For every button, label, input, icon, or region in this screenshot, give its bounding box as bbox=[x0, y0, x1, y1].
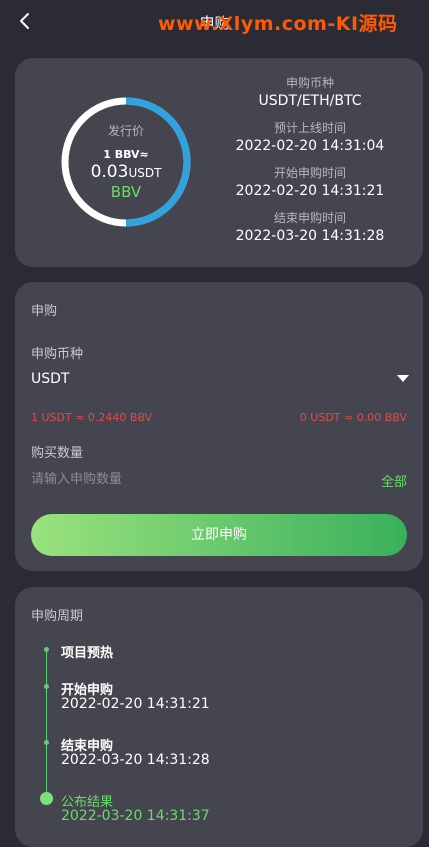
issue-rate-text: 1 BBV≈ bbox=[103, 148, 149, 161]
issue-coin: BBV bbox=[110, 183, 142, 201]
info-value: USDT/ETH/BTC bbox=[258, 93, 362, 109]
all-button[interactable]: 全部 bbox=[381, 471, 407, 490]
info-value: 2022-03-20 14:31:28 bbox=[235, 228, 385, 244]
step-date: 2022-03-20 14:31:37 bbox=[61, 808, 210, 824]
timeline-dot bbox=[44, 647, 49, 652]
info-start-time: 开始申购时间 2022-02-20 14:31:21 bbox=[205, 164, 415, 199]
info-currency: 申购币种 USDT/ETH/BTC bbox=[205, 74, 415, 109]
info-end-time: 结束申购时间 2022-03-20 14:31:28 bbox=[205, 209, 415, 244]
currency-label: 申购币种 bbox=[31, 347, 84, 362]
cycle-card: 申购周期 项目预热 开始申购 2022-02-20 14:31:21 结束申购 … bbox=[15, 587, 423, 847]
timeline-dot bbox=[44, 740, 49, 745]
info-listing-time: 预计上线时间 2022-02-20 14:31:04 bbox=[205, 119, 415, 154]
issue-price-value: 0.03 bbox=[90, 162, 129, 182]
timeline-line bbox=[46, 647, 47, 800]
issue-price-unit: USDT bbox=[128, 166, 162, 180]
timeline-dot bbox=[44, 684, 49, 689]
info-label: 结束申购时间 bbox=[273, 211, 346, 225]
watermark: www.Xlym.com-KI源码 bbox=[158, 13, 398, 35]
purchase-card: 申购 申购币种 USDT 1 USDT ≈ 0.2440 BBV 0 USDT … bbox=[15, 282, 423, 571]
cycle-section-title: 申购周期 bbox=[31, 609, 84, 624]
quantity-input[interactable] bbox=[31, 470, 361, 488]
info-value: 2022-02-20 14:31:21 bbox=[235, 183, 385, 199]
info-label: 开始申购时间 bbox=[273, 166, 346, 180]
estimated-amount: 0 USDT ≈ 0.00 BBV bbox=[299, 411, 407, 424]
subscribe-button[interactable]: 立即申购 bbox=[31, 514, 407, 556]
top-bar: 申购 www.Xlym.com-KI源码 bbox=[0, 0, 429, 44]
step-title: 项目预热 bbox=[61, 646, 114, 661]
step-date: 2022-03-20 14:31:28 bbox=[61, 752, 210, 768]
currency-select-value: USDT bbox=[31, 371, 70, 387]
step-date: 2022-02-20 14:31:21 bbox=[61, 696, 210, 712]
caret-down-icon bbox=[397, 375, 409, 382]
timeline-dot-current bbox=[40, 792, 53, 805]
purchase-section-title: 申购 bbox=[31, 304, 58, 319]
issue-summary-card: 发行价 1 BBV≈ 0.03USDT BBV 申购币种 USDT/ETH/BT… bbox=[15, 58, 423, 267]
currency-select[interactable]: USDT bbox=[31, 366, 409, 392]
info-label: 预计上线时间 bbox=[273, 121, 346, 135]
info-label: 申购币种 bbox=[285, 76, 334, 90]
quantity-label: 购买数量 bbox=[31, 446, 84, 461]
exchange-rate: 1 USDT ≈ 0.2440 BBV bbox=[31, 411, 153, 424]
issue-price-label: 发行价 bbox=[107, 124, 144, 138]
ring-content: 发行价 1 BBV≈ 0.03USDT BBV bbox=[59, 95, 193, 229]
info-value: 2022-02-20 14:31:04 bbox=[235, 138, 385, 154]
issue-price: 0.03USDT bbox=[59, 162, 193, 182]
